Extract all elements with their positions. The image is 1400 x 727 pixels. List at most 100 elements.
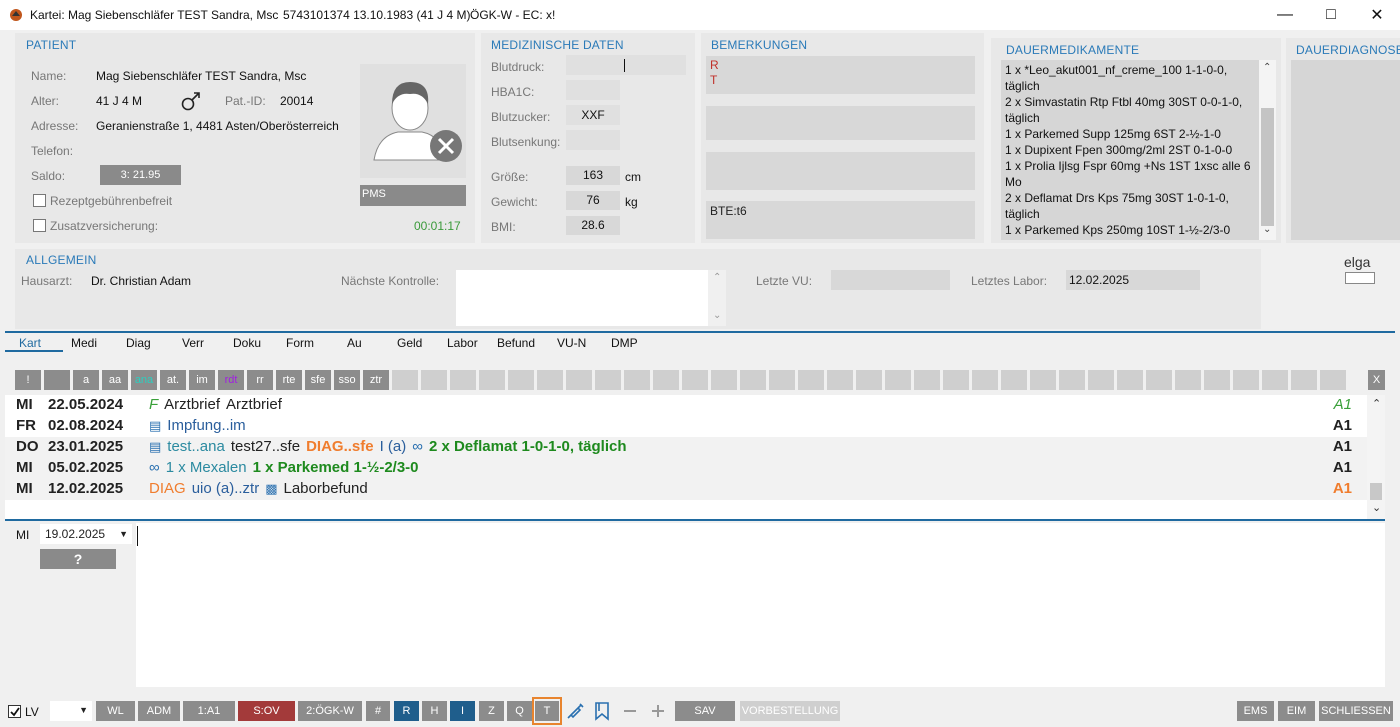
filter-button-aa[interactable]: aa (102, 370, 128, 390)
tab-befund[interactable]: Befund (497, 336, 535, 350)
sav-button[interactable]: SAV (675, 701, 735, 721)
empty-filter-button[interactable] (769, 370, 795, 390)
close-button[interactable]: ✕ (1354, 0, 1400, 30)
empty-filter-button[interactable] (479, 370, 505, 390)
tab-vu-n[interactable]: VU-N (557, 336, 586, 350)
elga-logo[interactable]: elga (1342, 254, 1378, 286)
empty-filter-button[interactable] (566, 370, 592, 390)
tab-labor[interactable]: Labor (447, 336, 478, 350)
remark-note-2[interactable] (706, 106, 975, 140)
sov-button[interactable]: S:OV (238, 701, 295, 721)
syringe-icon[interactable] (565, 701, 585, 721)
maximize-button[interactable]: □ (1308, 0, 1354, 30)
tab-geld[interactable]: Geld (397, 336, 422, 350)
med-item[interactable]: 1 x *Leo_akut001_nf_creme_100 1-1-0-0, t… (1005, 62, 1255, 94)
empty-filter-button[interactable] (1291, 370, 1317, 390)
h-button[interactable]: H (422, 701, 447, 721)
list-item[interactable]: FR 02.08.2024 ▤ Impfung..im A1 (16, 417, 1366, 438)
filter-button-rdt[interactable]: rdt (218, 370, 244, 390)
list-item[interactable]: DO 23.01.2025 ▤ test..ana test27..sfe DIAG..s… (16, 438, 1366, 459)
entries-scrollbar[interactable]: ⌃ ⌄ (1367, 395, 1385, 519)
editor-textarea[interactable] (136, 523, 1385, 687)
empty-filter-button[interactable] (1233, 370, 1259, 390)
hash-button[interactable]: # (366, 701, 390, 721)
lv-dropdown[interactable]: ▼ (50, 701, 92, 721)
empty-filter-button[interactable] (1320, 370, 1346, 390)
empty-filter-button[interactable] (1117, 370, 1143, 390)
empty-filter-button[interactable] (1059, 370, 1085, 390)
empty-filter-button[interactable] (1001, 370, 1027, 390)
filter-button-ztr[interactable]: ztr (363, 370, 389, 390)
lv-checkbox[interactable] (8, 705, 21, 718)
med-item[interactable]: 2 x Simvastatin Rtp Ftbl 40mg 30ST 0-0-1… (1005, 94, 1255, 126)
empty-filter-button[interactable] (740, 370, 766, 390)
scroll-down-icon[interactable]: ⌄ (1263, 224, 1271, 235)
list-item[interactable]: MI 05.02.2025 ∞ 1 x Mexalen 1 x Parkemed 1-½… (16, 459, 1366, 480)
scroll-up-icon[interactable]: ⌃ (1372, 397, 1381, 410)
diag-list[interactable] (1291, 60, 1400, 240)
chevron-down-icon[interactable]: ▼ (79, 705, 88, 715)
empty-filter-button[interactable] (1088, 370, 1114, 390)
editor-date-picker[interactable]: 19.02.2025 ▼ (40, 524, 132, 544)
i-button[interactable]: I (450, 701, 475, 721)
filter-button-a[interactable]: a (73, 370, 99, 390)
list-item[interactable]: MI 12.02.2025 DIAG uio (a)..ztr ▩ Laborbefund… (16, 480, 1366, 501)
z-button[interactable]: Z (479, 701, 504, 721)
toolbar-close-button[interactable]: X (1368, 370, 1385, 390)
scroll-thumb[interactable] (1370, 483, 1382, 500)
list-item[interactable]: MI 22.05.2024 F Arztbrief Arztbrief A1 (16, 396, 1366, 417)
empty-filter-button[interactable] (624, 370, 650, 390)
med-item[interactable]: 1 x Prolia Ijlsg Fspr 60mg +Ns 1ST 1xsc … (1005, 158, 1255, 190)
remark-note-4[interactable]: BTE:t6 (706, 201, 975, 239)
meds-list[interactable]: 1 x *Leo_akut001_nf_creme_100 1-1-0-0, t… (1001, 60, 1259, 240)
vorbestellung-button[interactable]: VORBESTELLUNG (740, 701, 840, 721)
help-button[interactable]: ? (40, 549, 116, 569)
filter-button-sfe[interactable]: sfe (305, 370, 331, 390)
zusatz-checkbox[interactable] (33, 219, 46, 232)
chevron-down-icon[interactable]: ▼ (119, 524, 128, 544)
kontrolle-scrollbar[interactable]: ⌃ ⌄ (708, 270, 726, 326)
scroll-down-icon[interactable]: ⌄ (1372, 501, 1381, 514)
tab-diag[interactable]: Diag (126, 336, 151, 350)
empty-filter-button[interactable] (943, 370, 969, 390)
empty-filter-button[interactable] (856, 370, 882, 390)
scroll-thumb[interactable] (1261, 108, 1274, 226)
filter-button-im[interactable]: im (189, 370, 215, 390)
blutsenkung-field[interactable] (566, 130, 620, 150)
r-button[interactable]: R (394, 701, 419, 721)
filter-button-ana[interactable]: ana (131, 370, 157, 390)
ogk-button[interactable]: 2:ÖGK-W (298, 701, 362, 721)
blutdruck-field[interactable] (566, 55, 686, 75)
empty-filter-button[interactable] (711, 370, 737, 390)
med-item[interactable]: 1 x Parkemed Supp 125mg 6ST 2-½-1-0 (1005, 126, 1255, 142)
tab-doku[interactable]: Doku (233, 336, 261, 350)
tab-form[interactable]: Form (286, 336, 314, 350)
filter-button-blank[interactable] (44, 370, 70, 390)
gewicht-field[interactable]: 76 (566, 191, 620, 210)
empty-filter-button[interactable] (1175, 370, 1201, 390)
empty-filter-button[interactable] (450, 370, 476, 390)
scroll-up-icon[interactable]: ⌃ (1263, 62, 1271, 73)
meds-scrollbar[interactable]: ⌃ ⌄ (1259, 60, 1276, 240)
empty-filter-button[interactable] (595, 370, 621, 390)
med-item[interactable]: 1 x Dupixent Fpen 300mg/2ml 2ST 0-1-0-0 (1005, 142, 1255, 158)
empty-filter-button[interactable] (537, 370, 563, 390)
rezept-checkbox[interactable] (33, 194, 46, 207)
empty-filter-button[interactable] (885, 370, 911, 390)
empty-filter-button[interactable] (653, 370, 679, 390)
empty-filter-button[interactable] (682, 370, 708, 390)
minimize-button[interactable]: — (1262, 0, 1308, 30)
ems-button[interactable]: EMS (1237, 701, 1274, 721)
pms-button[interactable]: PMS (360, 185, 466, 206)
scroll-up-icon[interactable]: ⌃ (713, 272, 721, 283)
schliessen-button[interactable]: SCHLIESSEN (1319, 701, 1393, 721)
scroll-down-icon[interactable]: ⌄ (713, 310, 721, 321)
empty-filter-button[interactable] (1030, 370, 1056, 390)
empty-filter-button[interactable] (421, 370, 447, 390)
filter-button-rte[interactable]: rte (276, 370, 302, 390)
med-item[interactable]: 1 x Parkemed Kps 250mg 10ST 1-½-2/3-0 (1005, 222, 1255, 238)
minus-icon[interactable] (624, 710, 636, 712)
groesse-field[interactable]: 163 (566, 166, 620, 185)
empty-filter-button[interactable] (1204, 370, 1230, 390)
remark-note-3[interactable] (706, 152, 975, 190)
